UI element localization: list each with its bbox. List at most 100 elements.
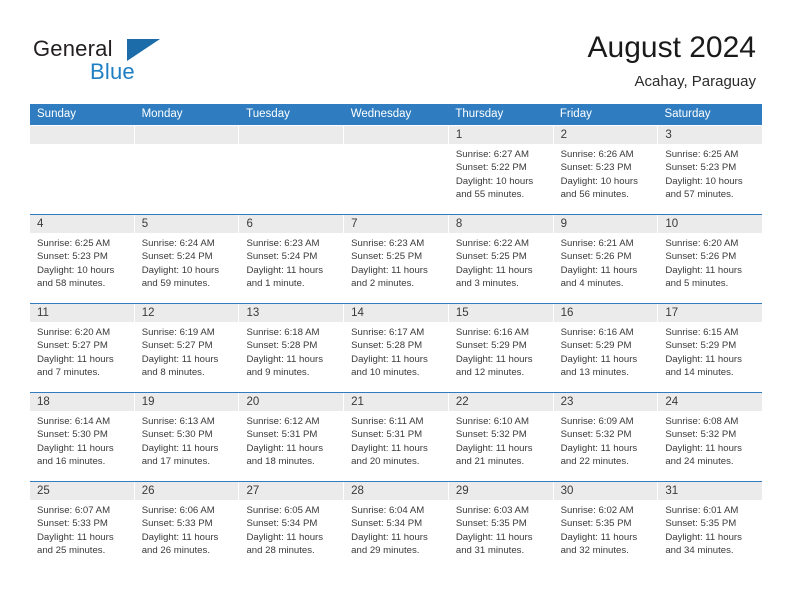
daylight-duration-line1: Daylight: 10 hours bbox=[455, 175, 534, 187]
daylight-duration-line1: Daylight: 11 hours bbox=[37, 531, 114, 543]
day-details: Sunrise: 6:06 AM Sunset: 5:33 PM Daylight:… bbox=[135, 500, 239, 558]
calendar-day-cell[interactable]: 28 Sunrise: 6:04 AM Sunset: 5:34 PM Dayligh… bbox=[344, 482, 449, 570]
calendar-day-cell[interactable]: 15 Sunrise: 6:16 AM Sunset: 5:29 PM Dayligh… bbox=[448, 304, 554, 392]
sunset-time: Sunset: 5:33 PM bbox=[141, 518, 213, 530]
daylight-duration-line2: and 34 minutes. bbox=[665, 545, 734, 557]
day-number: 11 bbox=[30, 304, 134, 322]
daylight-duration-line2: and 26 minutes. bbox=[141, 545, 210, 557]
daylight-duration-line1: Daylight: 11 hours bbox=[455, 353, 533, 365]
calendar-day-cell[interactable]: 2 Sunrise: 6:26 AM Sunset: 5:23 PM Daylight… bbox=[553, 126, 659, 214]
calendar-day-cell[interactable]: 10 Sunrise: 6:20 AM Sunset: 5:26 PM Dayligh… bbox=[658, 215, 763, 303]
sunrise-time: Sunrise: 6:01 AM bbox=[665, 505, 739, 516]
day-number: 25 bbox=[30, 482, 134, 500]
calendar-day-cell[interactable]: 31 Sunrise: 6:01 AM Sunset: 5:35 PM Dayligh… bbox=[658, 482, 763, 570]
day-number: 1 bbox=[448, 126, 553, 144]
daylight-duration-line1: Daylight: 11 hours bbox=[560, 531, 638, 543]
calendar-week-row: 18 Sunrise: 6:14 AM Sunset: 5:30 PM Dayligh… bbox=[30, 392, 763, 481]
calendar-day-cell[interactable]: 20 Sunrise: 6:12 AM Sunset: 5:31 PM Dayligh… bbox=[239, 393, 345, 481]
triangle-icon bbox=[127, 39, 160, 61]
day-number: 12 bbox=[134, 304, 239, 322]
sunset-time: Sunset: 5:32 PM bbox=[665, 429, 737, 441]
day-details: Sunrise: 6:13 AM Sunset: 5:30 PM Daylight:… bbox=[135, 411, 239, 469]
calendar-day-cell[interactable]: 29 Sunrise: 6:03 AM Sunset: 5:35 PM Dayligh… bbox=[448, 482, 554, 570]
calendar-day-cell[interactable]: 14 Sunrise: 6:17 AM Sunset: 5:28 PM Dayligh… bbox=[344, 304, 449, 392]
calendar-day-cell[interactable]: 7 Sunrise: 6:23 AM Sunset: 5:25 PM Daylight… bbox=[344, 215, 449, 303]
daylight-duration-line1: Daylight: 11 hours bbox=[351, 353, 428, 365]
calendar-day-cell[interactable]: 4 Sunrise: 6:25 AM Sunset: 5:23 PM Daylight… bbox=[30, 215, 135, 303]
daylight-duration-line2: and 3 minutes. bbox=[455, 278, 519, 290]
calendar-day-cell[interactable]: 12 Sunrise: 6:19 AM Sunset: 5:27 PM Dayligh… bbox=[134, 304, 240, 392]
day-number: 4 bbox=[30, 215, 134, 233]
sunrise-time: Sunrise: 6:17 AM bbox=[351, 327, 425, 338]
day-number: 21 bbox=[344, 393, 448, 411]
day-number: 26 bbox=[134, 482, 239, 500]
general-blue-logo[interactable]: General Blue bbox=[33, 36, 223, 88]
daylight-duration-line2: and 4 minutes. bbox=[560, 278, 624, 290]
daylight-duration-line2: and 28 minutes. bbox=[246, 545, 315, 557]
daylight-duration-line2: and 17 minutes. bbox=[141, 456, 210, 468]
calendar-day-cell[interactable]: 24 Sunrise: 6:08 AM Sunset: 5:32 PM Dayligh… bbox=[658, 393, 763, 481]
weekday-header-thursday: Thursday bbox=[455, 108, 504, 120]
daylight-duration-line2: and 13 minutes. bbox=[560, 367, 629, 379]
day-details: Sunrise: 6:01 AM Sunset: 5:35 PM Daylight:… bbox=[658, 500, 762, 558]
daylight-duration-line2: and 56 minutes. bbox=[560, 189, 629, 201]
calendar-day-cell[interactable]: 1 Sunrise: 6:27 AM Sunset: 5:22 PM Daylight… bbox=[448, 126, 554, 214]
calendar-day-cell[interactable]: 26 Sunrise: 6:06 AM Sunset: 5:33 PM Dayligh… bbox=[134, 482, 240, 570]
day-details: Sunrise: 6:19 AM Sunset: 5:27 PM Daylight:… bbox=[135, 322, 239, 380]
sunrise-time: Sunrise: 6:13 AM bbox=[141, 416, 215, 427]
daylight-duration-line2: and 8 minutes. bbox=[141, 367, 205, 379]
calendar-day-cell[interactable]: 22 Sunrise: 6:10 AM Sunset: 5:32 PM Dayligh… bbox=[448, 393, 554, 481]
sunset-time: Sunset: 5:23 PM bbox=[560, 162, 632, 174]
calendar-day-cell[interactable]: 11 Sunrise: 6:20 AM Sunset: 5:27 PM Dayligh… bbox=[30, 304, 135, 392]
day-details: Sunrise: 6:09 AM Sunset: 5:32 PM Daylight:… bbox=[554, 411, 658, 469]
weekday-header-friday: Friday bbox=[559, 108, 592, 120]
sunset-time: Sunset: 5:31 PM bbox=[246, 429, 318, 441]
calendar-day-cell[interactable]: 9 Sunrise: 6:21 AM Sunset: 5:26 PM Daylight… bbox=[553, 215, 659, 303]
calendar-week-row: 11 Sunrise: 6:20 AM Sunset: 5:27 PM Dayligh… bbox=[30, 303, 763, 392]
daylight-duration-line1: Daylight: 11 hours bbox=[141, 531, 219, 543]
weekday-header-wednesday: Wednesday bbox=[350, 108, 412, 120]
daylight-duration-line1: Daylight: 11 hours bbox=[351, 531, 428, 543]
day-details: Sunrise: 6:23 AM Sunset: 5:24 PM Daylight:… bbox=[239, 233, 343, 291]
day-details: Sunrise: 6:24 AM Sunset: 5:24 PM Daylight:… bbox=[135, 233, 239, 291]
calendar-day-cell[interactable]: 17 Sunrise: 6:15 AM Sunset: 5:29 PM Dayligh… bbox=[658, 304, 763, 392]
daylight-duration-line2: and 16 minutes. bbox=[37, 456, 106, 468]
calendar-day-cell[interactable]: 21 Sunrise: 6:11 AM Sunset: 5:31 PM Dayligh… bbox=[344, 393, 449, 481]
sunset-time: Sunset: 5:27 PM bbox=[37, 340, 108, 352]
calendar-day-cell[interactable]: 19 Sunrise: 6:13 AM Sunset: 5:30 PM Dayligh… bbox=[134, 393, 240, 481]
daylight-duration-line2: and 12 minutes. bbox=[455, 367, 525, 379]
sunset-time: Sunset: 5:34 PM bbox=[351, 518, 423, 530]
daylight-duration-line1: Daylight: 11 hours bbox=[246, 442, 324, 454]
daylight-duration-line2: and 59 minutes. bbox=[141, 278, 210, 290]
calendar-day-cell[interactable]: 25 Sunrise: 6:07 AM Sunset: 5:33 PM Dayligh… bbox=[30, 482, 135, 570]
day-details: Sunrise: 6:20 AM Sunset: 5:26 PM Daylight:… bbox=[658, 233, 762, 291]
sunset-time: Sunset: 5:24 PM bbox=[141, 251, 213, 263]
calendar-day-cell[interactable]: 8 Sunrise: 6:22 AM Sunset: 5:25 PM Daylight… bbox=[448, 215, 554, 303]
daylight-duration-line2: and 22 minutes. bbox=[560, 456, 629, 468]
daylight-duration-line1: Daylight: 10 hours bbox=[665, 175, 743, 187]
calendar-day-cell[interactable]: 16 Sunrise: 6:16 AM Sunset: 5:29 PM Dayligh… bbox=[553, 304, 659, 392]
daylight-duration-line1: Daylight: 10 hours bbox=[141, 264, 220, 276]
calendar-day-cell[interactable]: 3 Sunrise: 6:25 AM Sunset: 5:23 PM Daylight… bbox=[658, 126, 763, 214]
calendar-day-cell[interactable]: 18 Sunrise: 6:14 AM Sunset: 5:30 PM Dayligh… bbox=[30, 393, 135, 481]
calendar-day-cell[interactable]: 13 Sunrise: 6:18 AM Sunset: 5:28 PM Dayligh… bbox=[239, 304, 345, 392]
day-number bbox=[344, 126, 448, 144]
sunrise-time: Sunrise: 6:07 AM bbox=[37, 505, 111, 516]
calendar-day-cell[interactable]: 5 Sunrise: 6:24 AM Sunset: 5:24 PM Daylight… bbox=[134, 215, 240, 303]
calendar-day-cell[interactable]: 6 Sunrise: 6:23 AM Sunset: 5:24 PM Daylight… bbox=[239, 215, 345, 303]
calendar-day-cell[interactable]: 30 Sunrise: 6:02 AM Sunset: 5:35 PM Dayligh… bbox=[553, 482, 659, 570]
daylight-duration-line2: and 2 minutes. bbox=[351, 278, 415, 290]
day-number: 30 bbox=[553, 482, 658, 500]
calendar-day-cell[interactable]: 27 Sunrise: 6:05 AM Sunset: 5:34 PM Dayligh… bbox=[239, 482, 345, 570]
calendar-week-row: 1 Sunrise: 6:27 AM Sunset: 5:22 PM Daylight… bbox=[30, 125, 763, 214]
sunrise-time: Sunrise: 6:16 AM bbox=[455, 327, 529, 338]
daylight-duration-line1: Daylight: 11 hours bbox=[246, 531, 324, 543]
daylight-duration-line1: Daylight: 11 hours bbox=[560, 353, 638, 365]
daylight-duration-line2: and 58 minutes. bbox=[37, 278, 106, 290]
calendar-day-cell[interactable]: 23 Sunrise: 6:09 AM Sunset: 5:32 PM Dayligh… bbox=[553, 393, 659, 481]
day-number: 18 bbox=[30, 393, 134, 411]
calendar-day-cell-empty bbox=[344, 126, 449, 214]
sunrise-time: Sunrise: 6:24 AM bbox=[141, 238, 215, 249]
day-number: 13 bbox=[239, 304, 344, 322]
sunrise-time: Sunrise: 6:22 AM bbox=[455, 238, 529, 249]
